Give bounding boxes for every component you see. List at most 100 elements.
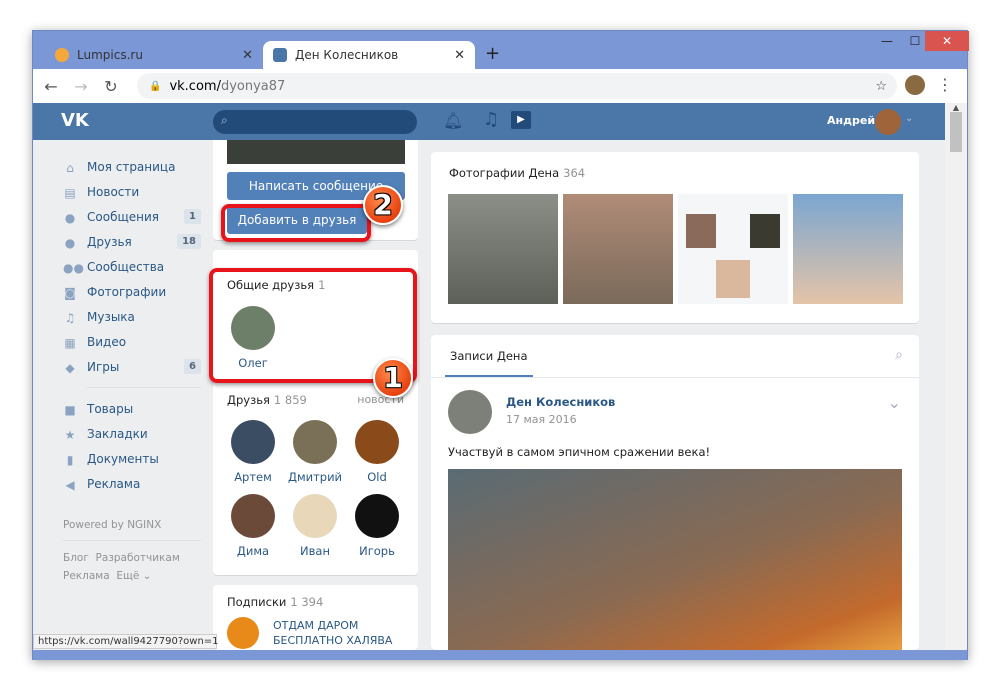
photos-title: Фотографии Дена: [449, 166, 560, 180]
footer-link-blog[interactable]: Блог: [63, 552, 89, 564]
friend-avatar: [231, 494, 275, 538]
post-menu-chevron-icon[interactable]: ⌄: [888, 393, 901, 412]
sidebar-item-messages[interactable]: ● Сообщения 1: [63, 204, 201, 229]
close-tab-icon[interactable]: ✕: [242, 48, 253, 63]
messages-icon: ●: [64, 210, 76, 225]
friend-avatar: [355, 494, 399, 538]
photos-header[interactable]: Фотографии Дена 364: [449, 166, 585, 180]
tab-lumpics[interactable]: Lumpics.ru ✕: [45, 41, 263, 69]
url-domain: vk.com/: [169, 78, 221, 94]
post-date[interactable]: 17 мая 2016: [506, 413, 577, 426]
search-icon[interactable]: ⌕: [895, 347, 903, 363]
count-badge: 1: [184, 209, 201, 224]
menu-icon[interactable]: ⋮: [937, 75, 953, 94]
close-tab-icon[interactable]: ✕: [454, 48, 465, 63]
sidebar-item-label: Новости: [87, 184, 140, 199]
photo-thumbnail[interactable]: [563, 194, 673, 304]
friends-header[interactable]: Друзья 1 859: [227, 393, 307, 407]
user-name[interactable]: Андрей: [827, 114, 875, 127]
post-author[interactable]: Ден Колесников: [506, 395, 615, 409]
post-text: Участвуй в самом эпичном сражении века!: [448, 445, 711, 459]
friend-avatar: [293, 494, 337, 538]
sidebar-item-groups[interactable]: ●● Сообщества: [63, 254, 201, 279]
step-marker-1: 1: [373, 358, 413, 398]
sidebar-item-news[interactable]: ▤ Новости: [63, 179, 201, 204]
friends-icon: ●: [64, 235, 76, 250]
friend-item[interactable]: Игорь: [347, 494, 407, 558]
music-icon[interactable]: ♫: [483, 109, 499, 130]
sidebar-item-star[interactable]: ★ Закладки: [63, 421, 201, 446]
sidebar-item-document[interactable]: ▮ Документы: [63, 446, 201, 471]
vk-logo[interactable]: VK: [61, 110, 89, 131]
scrollbar-thumb[interactable]: [950, 112, 962, 152]
sidebar-item-games[interactable]: ◆ Игры 6: [63, 354, 201, 379]
profile-photo[interactable]: [227, 140, 405, 164]
profile-avatar[interactable]: [905, 75, 925, 95]
sidebar-item-label: Закладки: [87, 426, 148, 441]
friend-name: Дима: [236, 544, 270, 558]
footer-link-ads[interactable]: Реклама: [63, 570, 110, 582]
ads-icon: ◀: [65, 477, 75, 492]
sidebar-item-music[interactable]: ♫ Музыка: [63, 304, 201, 329]
friend-item[interactable]: Артем: [223, 420, 283, 484]
friend-item[interactable]: Иван: [285, 494, 345, 558]
user-avatar[interactable]: [875, 109, 901, 135]
sidebar-item-label: Моя страница: [87, 159, 176, 174]
video-play-icon[interactable]: ▶: [511, 111, 531, 129]
footer-link-developers[interactable]: Разработчикам: [96, 552, 180, 564]
document-icon: ▮: [66, 452, 74, 467]
photo-thumbnail[interactable]: [678, 194, 788, 304]
friend-name: Old: [367, 470, 387, 484]
friend-item[interactable]: Дмитрий: [285, 420, 345, 484]
friend-name: Игорь: [359, 544, 395, 558]
author-avatar[interactable]: [448, 390, 492, 434]
friend-item[interactable]: Дима: [223, 494, 283, 558]
tab-vk[interactable]: Ден Колесников ✕: [263, 41, 475, 69]
tab-wall-posts[interactable]: Записи Дена: [445, 349, 533, 377]
music-icon: ♫: [64, 310, 76, 325]
friend-avatar: [231, 420, 275, 464]
tab-title: Ден Колесников: [295, 48, 399, 62]
groups-icon: ●●: [63, 260, 84, 275]
search-input[interactable]: ⌕: [213, 110, 417, 134]
post-image[interactable]: [448, 469, 902, 650]
subs-count: 1 394: [290, 595, 324, 609]
browser-window: Lumpics.ru ✕ Ден Колесников ✕ + — ☐ ✕ ← → …: [32, 30, 969, 660]
friend-item[interactable]: Old: [347, 420, 407, 484]
subs-title: Подписки: [227, 595, 287, 609]
lock-icon: 🔒: [149, 80, 162, 92]
address-bar[interactable]: 🔒 vk.com/dyonya87 ☆: [137, 73, 897, 99]
write-message-label: Написать сообщение: [248, 179, 384, 193]
sidebar-item-bag[interactable]: ■ Товары: [63, 396, 201, 421]
chevron-down-icon[interactable]: ⌄: [905, 113, 913, 124]
sidebar-item-camera[interactable]: ◙ Фотографии: [63, 279, 201, 304]
photo-thumbnail[interactable]: [793, 194, 903, 304]
subscriptions-header[interactable]: Подписки 1 394: [227, 595, 323, 609]
subscription-name[interactable]: ОТДАМ ДАРОМ БЕСПЛАТНО ХАЛЯВА: [273, 618, 403, 648]
close-window-button[interactable]: ✕: [925, 31, 969, 51]
sidebar-item-label: Сообщества: [87, 259, 165, 274]
powered-by: Powered by NGINX: [63, 519, 162, 531]
sidebar-item-friends[interactable]: ● Друзья 18: [63, 229, 201, 254]
photos-card: Фотографии Дена 364: [431, 152, 919, 323]
sidebar-item-label: Видео: [87, 334, 127, 349]
home-icon: ⌂: [66, 160, 74, 175]
star-icon: ★: [64, 427, 76, 442]
bookmark-star-icon[interactable]: ☆: [875, 79, 887, 94]
bell-icon[interactable]: 🔔︎: [443, 111, 463, 130]
left-nav: ⌂ Моя страница ▤ Новости ● Сообщения 1 ● Друзья 1…: [63, 154, 201, 585]
toolbar: ← → ↻ 🔒 vk.com/dyonya87 ☆ ⋮: [33, 69, 967, 103]
sidebar-item-label: Музыка: [87, 309, 135, 324]
photo-thumbnail[interactable]: [448, 194, 558, 304]
subscription-avatar: [227, 617, 259, 649]
reload-icon[interactable]: ↻: [99, 77, 123, 96]
back-icon[interactable]: ←: [39, 77, 63, 96]
sidebar-item-label: Товары: [87, 401, 134, 416]
new-tab-button[interactable]: +: [485, 43, 500, 64]
sidebar-item-home[interactable]: ⌂ Моя страница: [63, 154, 201, 179]
sidebar-item-ads[interactable]: ◀ Реклама: [63, 471, 201, 496]
scrollbar[interactable]: ▲: [945, 103, 967, 650]
forward-icon[interactable]: →: [69, 77, 93, 96]
footer-link-more[interactable]: Ещё ⌄: [116, 570, 151, 582]
sidebar-item-video[interactable]: ▦ Видео: [63, 329, 201, 354]
